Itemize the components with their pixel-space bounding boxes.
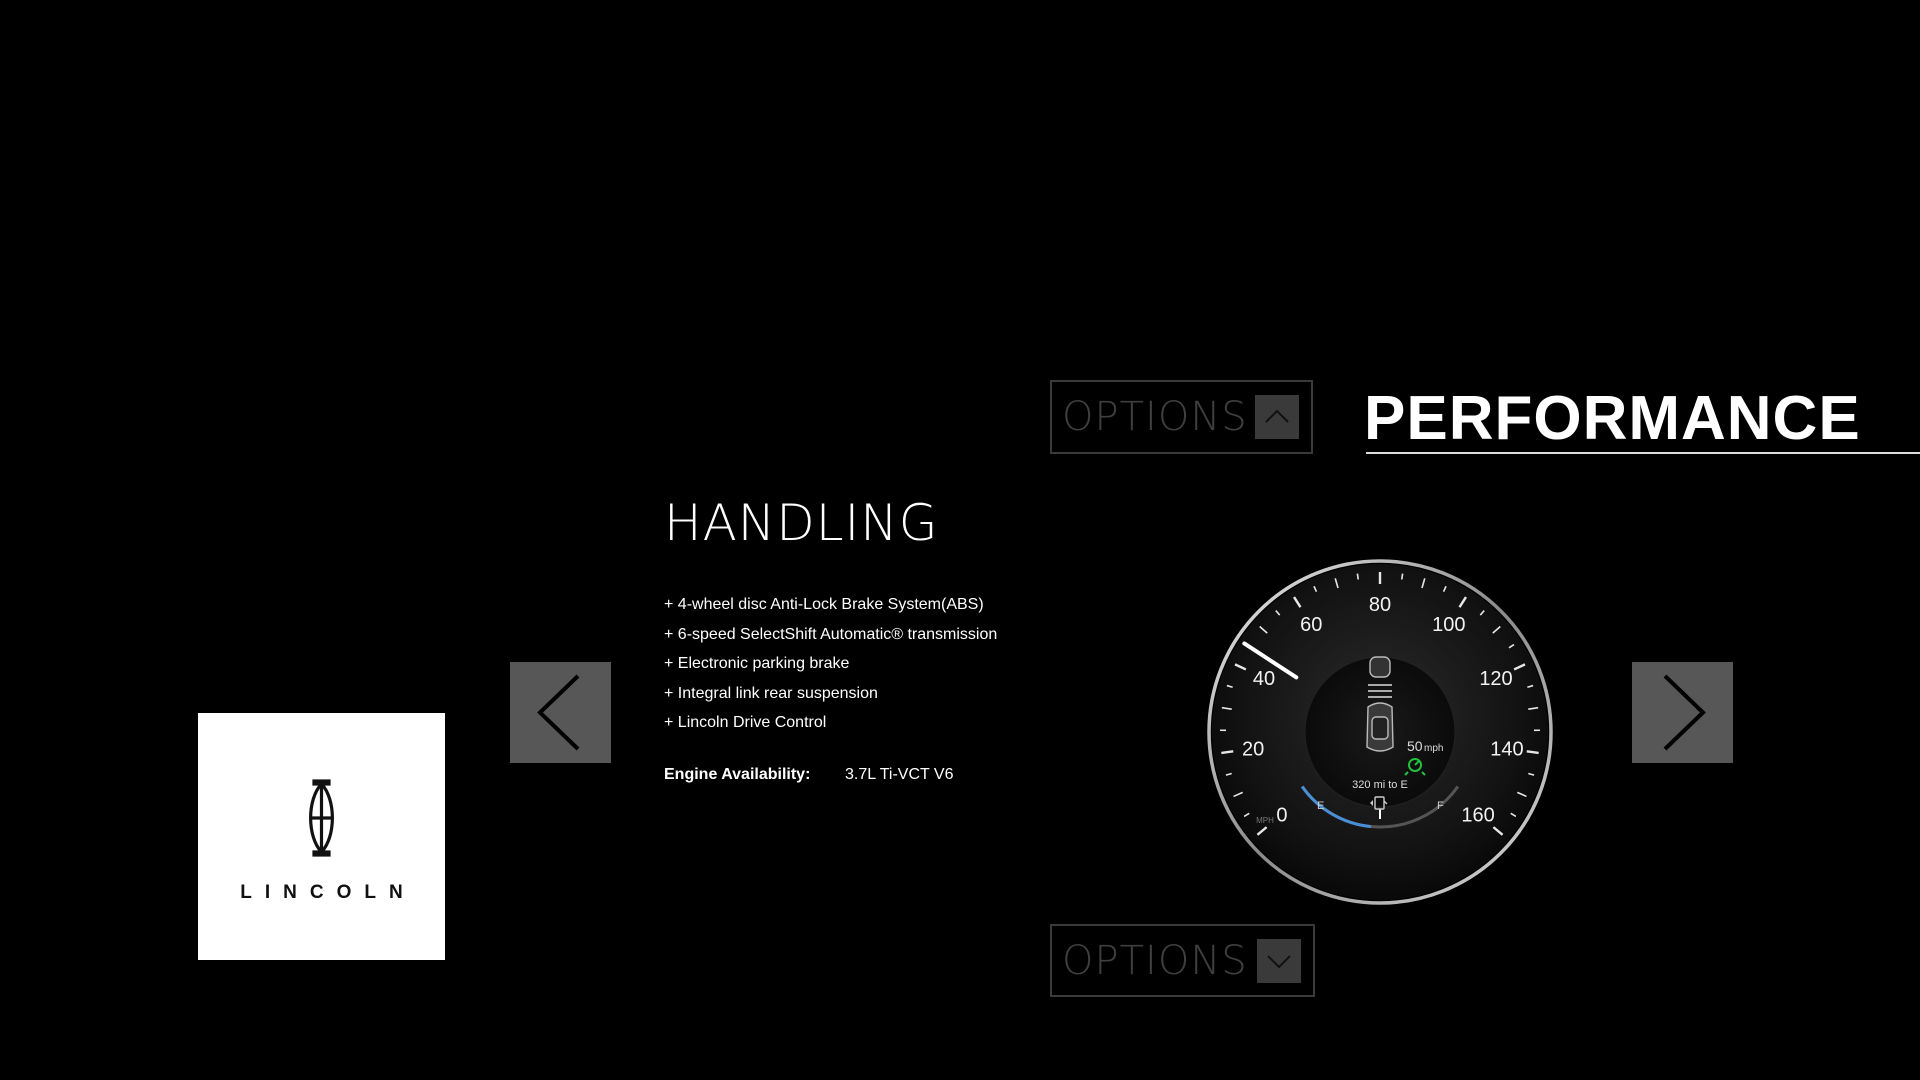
feature-item: + Electronic parking brake (664, 655, 850, 672)
lincoln-wordmark: LINCOLN (240, 882, 416, 903)
feature-item: + Lincoln Drive Control (664, 714, 827, 731)
feature-item: + Integral link rear suspension (664, 684, 878, 702)
gauge-tick-label: 120 (1479, 668, 1512, 690)
next-button[interactable] (1632, 662, 1733, 763)
engine-label: Engine Availability: (664, 766, 811, 783)
options-down-button[interactable]: OPTIONS (1050, 924, 1315, 997)
feature-item: + 4-wheel disc Anti-Lock Brake System(AB… (664, 596, 984, 613)
gauge-tick-label: 100 (1432, 614, 1465, 636)
options-down-label: OPTIONS (1062, 937, 1248, 984)
gauge-tick (1526, 750, 1539, 755)
gauge-tick (1400, 573, 1404, 580)
previous-button[interactable] (510, 662, 611, 763)
range-to-empty: 320 mi to E (1352, 779, 1408, 791)
gauge-tick-label: 60 (1300, 614, 1322, 636)
section-title-underline (1366, 452, 1920, 454)
chevron-left-icon (537, 674, 580, 751)
chevron-down-icon (1257, 939, 1301, 983)
chevron-up-icon (1255, 395, 1299, 439)
cruise-speed-value: 50 (1407, 738, 1423, 754)
section-title: PERFORMANCE (1364, 384, 1861, 453)
cruise-speed-unit: mph (1424, 743, 1443, 754)
gauge-tick-label: 80 (1369, 594, 1391, 616)
feature-heading: HANDLING (664, 494, 939, 552)
gauge-tick-label: 160 (1461, 804, 1494, 826)
gauge-tick-label: 20 (1242, 739, 1264, 761)
gauge-tick (1221, 750, 1234, 755)
gauge-tick-label: 140 (1490, 739, 1523, 761)
app-stage: OPTIONS PERFORMANCE HANDLING + 4-wheel d… (0, 0, 1920, 1080)
engine-value: 3.7L Ti-VCT V6 (845, 766, 954, 783)
gauge-tick-label: 40 (1253, 668, 1275, 690)
lincoln-logo-card: LINCOLN (198, 713, 445, 960)
feature-item: + 6-speed SelectShift Automatic® transmi… (664, 625, 998, 643)
chevron-right-icon (1663, 674, 1706, 751)
speedometer-gauge: 0 20 40 60 80 100 120 140 160 50 mph 320 mi to E… (1207, 559, 1553, 905)
gauge-tick (1356, 573, 1360, 580)
engine-availability: Engine Availability: 3.7L Ti-VCT V6 (664, 766, 954, 784)
options-up-button[interactable]: OPTIONS (1050, 380, 1313, 454)
fuel-full-label: F (1437, 800, 1444, 812)
lincoln-star-icon (309, 779, 334, 857)
feature-list: + 4-wheel disc Anti-Lock Brake System(AB… (664, 590, 997, 738)
gauge-tick-label: 0 (1276, 804, 1287, 826)
gauge-unit: MPH (1256, 816, 1274, 825)
options-up-label: OPTIONS (1062, 394, 1248, 440)
fuel-empty-label: E (1317, 800, 1324, 812)
